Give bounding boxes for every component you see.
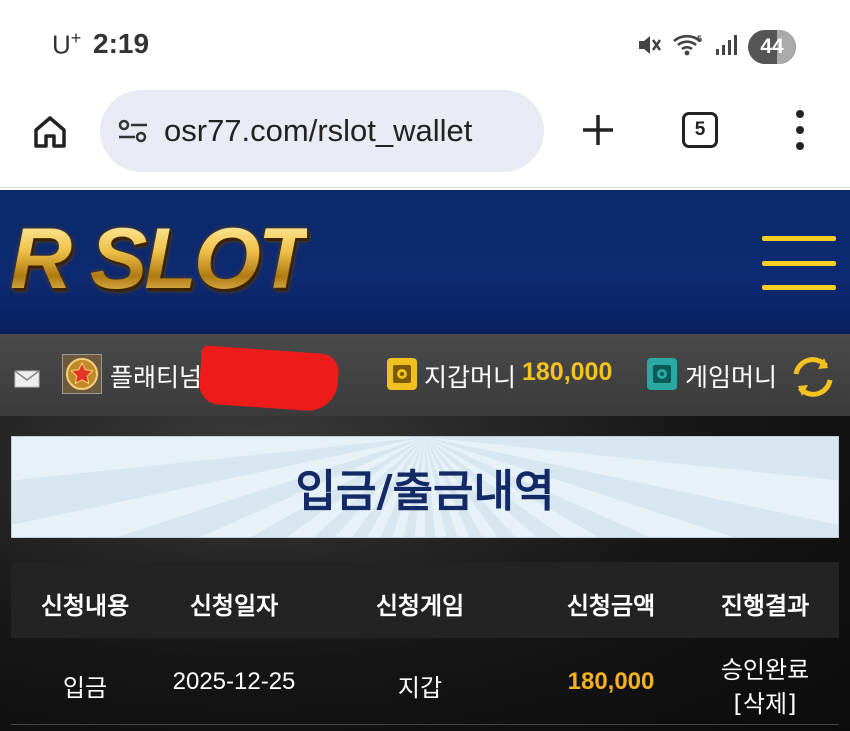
row-divider bbox=[11, 724, 839, 725]
refresh-icon[interactable] bbox=[788, 354, 838, 400]
game-safe-icon bbox=[647, 358, 677, 390]
wallet-money-amount: 180,000 bbox=[522, 358, 613, 386]
status-time: 2:19 bbox=[93, 28, 150, 59]
page-title-box: 입금/출금내역 bbox=[11, 436, 839, 538]
wallet-safe-icon bbox=[387, 358, 417, 390]
column-header-game: 신청게임 bbox=[375, 592, 465, 620]
wallet-money-label: 지갑머니 bbox=[424, 363, 517, 392]
browser-toolbar: osr77.com/rslot_wallet 5 bbox=[0, 90, 850, 188]
site-header: R SLOT bbox=[0, 190, 850, 334]
mute-icon bbox=[636, 32, 662, 62]
column-header-date: 신청일자 bbox=[189, 592, 279, 620]
hamburger-menu-icon[interactable] bbox=[762, 236, 836, 290]
address-bar[interactable]: osr77.com/rslot_wallet bbox=[100, 90, 544, 172]
new-tab-button[interactable] bbox=[578, 110, 618, 150]
site-settings-icon[interactable] bbox=[116, 114, 150, 148]
home-icon bbox=[34, 116, 66, 148]
site-logo[interactable]: R SLOT bbox=[10, 216, 310, 302]
redacted-username bbox=[198, 345, 340, 413]
user-grade-label: 플래티넘 bbox=[110, 363, 203, 392]
row-status: 승인완료 bbox=[720, 656, 810, 684]
row-type: 입금 bbox=[62, 674, 108, 702]
system-icons: 5 44 bbox=[636, 30, 796, 64]
status-bar: U+ 2:19 5 44 bbox=[0, 0, 850, 90]
battery-indicator: 44 bbox=[748, 30, 796, 64]
row-amount: 180,000 bbox=[567, 668, 655, 695]
column-header-type: 신청내용 bbox=[40, 592, 130, 620]
more-options-icon[interactable] bbox=[788, 110, 812, 150]
page-title: 입금/출금내역 bbox=[295, 466, 555, 517]
wifi-icon: 5 bbox=[672, 32, 704, 62]
tab-switcher-button[interactable]: 5 bbox=[682, 112, 718, 148]
carrier-label: U+ bbox=[52, 28, 82, 60]
row-game: 지갑 bbox=[397, 674, 443, 702]
home-button[interactable] bbox=[28, 110, 72, 154]
url-text: osr77.com/rslot_wallet bbox=[164, 113, 473, 148]
row-delete-link[interactable]: [삭제] bbox=[734, 684, 797, 719]
row-date: 2025-12-25 bbox=[172, 668, 296, 695]
mail-icon[interactable] bbox=[14, 370, 40, 392]
signal-icon bbox=[714, 33, 738, 61]
column-header-amount: 신청금액 bbox=[566, 592, 656, 620]
new-tab-icon bbox=[583, 115, 613, 145]
svg-text:5: 5 bbox=[697, 34, 702, 44]
grade-badge-icon bbox=[62, 354, 102, 394]
column-header-status: 진행결과 bbox=[720, 592, 810, 620]
game-money-label: 게임머니 bbox=[685, 363, 778, 392]
